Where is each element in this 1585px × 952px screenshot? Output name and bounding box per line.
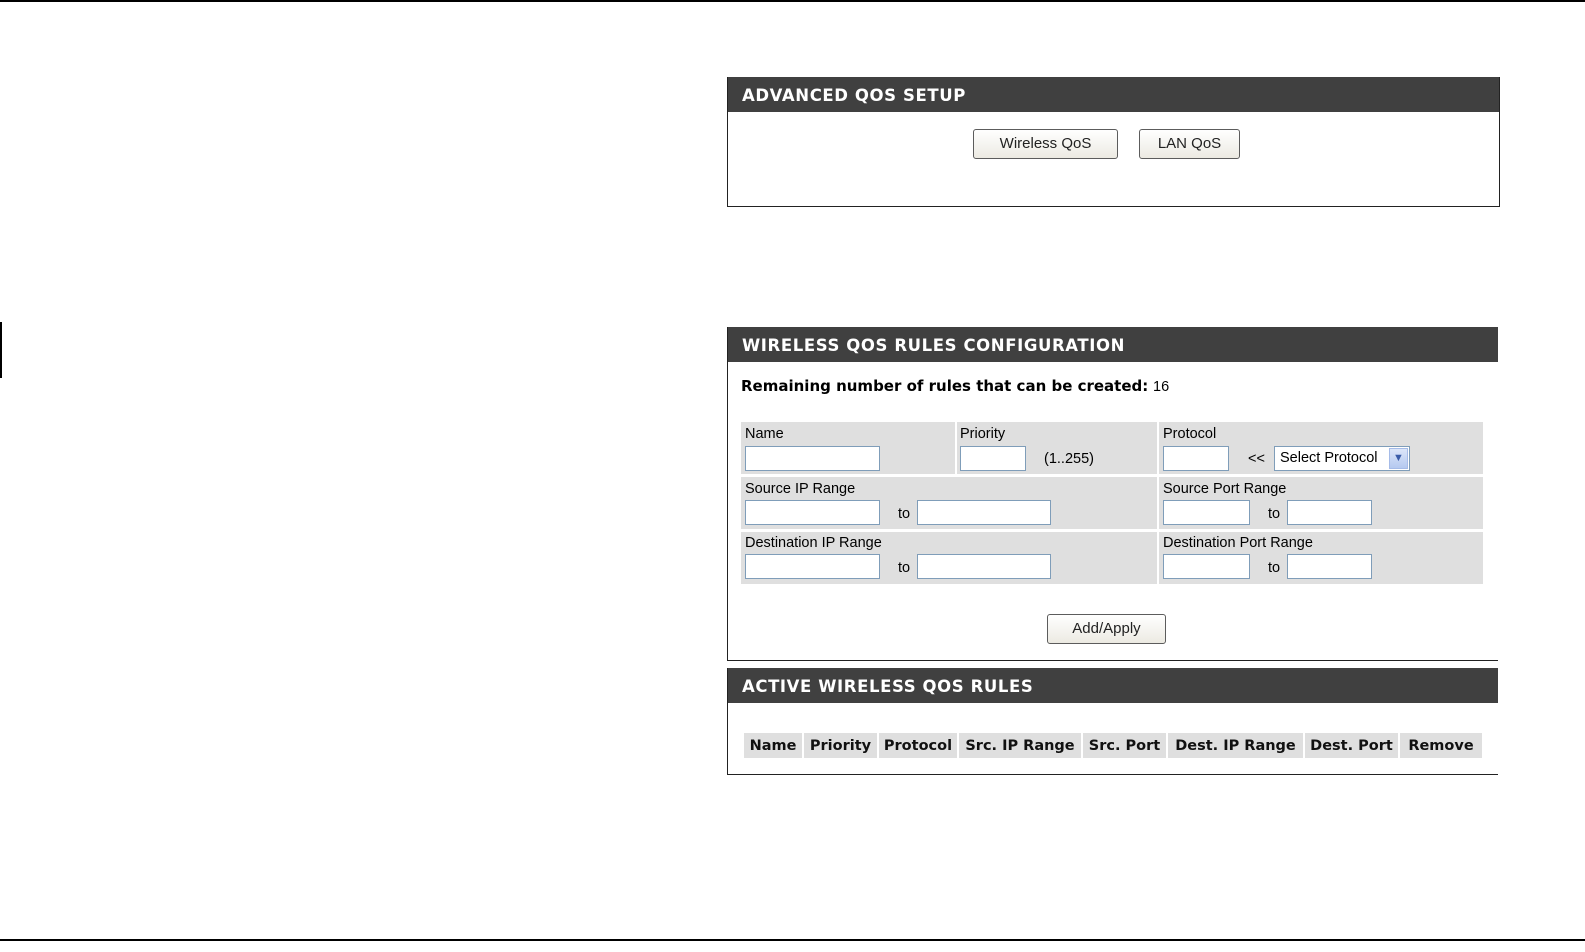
- source-port-end-input[interactable]: [1287, 500, 1372, 525]
- column-header-remove: Remove: [1400, 733, 1482, 758]
- protocol-select[interactable]: Select Protocol ▼: [1274, 446, 1410, 471]
- source-port-label: Source Port Range: [1163, 481, 1287, 497]
- remaining-rules: Remaining number of rules that can be cr…: [741, 377, 1169, 395]
- top-rule: [0, 0, 1585, 2]
- source-ip-label: Source IP Range: [745, 481, 856, 497]
- active-rules-panel: ACTIVE WIRELESS QOS RULES: [727, 668, 1498, 775]
- remaining-rules-value: 16: [1153, 379, 1170, 395]
- bottom-rule: [0, 939, 1585, 941]
- source-ip-start-input[interactable]: [745, 500, 880, 525]
- source-ip-end-input[interactable]: [917, 500, 1051, 525]
- column-header-priority: Priority: [804, 733, 877, 758]
- priority-input[interactable]: [960, 446, 1026, 471]
- rules-config-title: WIRELESS QOS RULES CONFIGURATION: [728, 327, 1498, 362]
- protocol-label: Protocol: [1163, 426, 1217, 442]
- dest-ip-to-label: to: [898, 560, 911, 576]
- protocol-select-value: Select Protocol: [1280, 450, 1378, 466]
- dest-ip-end-input[interactable]: [917, 554, 1051, 579]
- column-header-name: Name: [744, 733, 802, 758]
- priority-label: Priority: [960, 426, 1006, 442]
- column-header-dest-port: Dest. Port: [1305, 733, 1398, 758]
- protocol-arrows: <<: [1248, 451, 1265, 467]
- column-header-dest-ip: Dest. IP Range: [1168, 733, 1303, 758]
- priority-range-hint: (1..255): [1044, 451, 1094, 467]
- add-apply-button[interactable]: Add/Apply: [1047, 614, 1166, 644]
- dest-ip-start-input[interactable]: [745, 554, 880, 579]
- side-marker: [0, 322, 2, 378]
- protocol-input[interactable]: [1163, 446, 1229, 471]
- lan-qos-button[interactable]: LAN QoS: [1139, 129, 1240, 159]
- dest-port-label: Destination Port Range: [1163, 535, 1313, 551]
- dest-port-end-input[interactable]: [1287, 554, 1372, 579]
- source-ip-to-label: to: [898, 506, 911, 522]
- column-header-src-port: Src. Port: [1083, 733, 1166, 758]
- column-header-protocol: Protocol: [879, 733, 957, 758]
- source-port-start-input[interactable]: [1163, 500, 1250, 525]
- dest-ip-label: Destination IP Range: [745, 535, 882, 551]
- dest-port-to-label: to: [1268, 560, 1281, 576]
- column-header-src-ip: Src. IP Range: [959, 733, 1081, 758]
- advanced-qos-title: ADVANCED QOS SETUP: [728, 77, 1499, 112]
- name-input[interactable]: [745, 446, 880, 471]
- source-port-to-label: to: [1268, 506, 1281, 522]
- chevron-down-icon[interactable]: ▼: [1389, 448, 1408, 469]
- dest-port-start-input[interactable]: [1163, 554, 1250, 579]
- active-rules-title: ACTIVE WIRELESS QOS RULES: [728, 668, 1498, 703]
- name-label: Name: [745, 426, 784, 442]
- wireless-qos-button[interactable]: Wireless QoS: [973, 129, 1118, 159]
- remaining-rules-label: Remaining number of rules that can be cr…: [741, 377, 1149, 395]
